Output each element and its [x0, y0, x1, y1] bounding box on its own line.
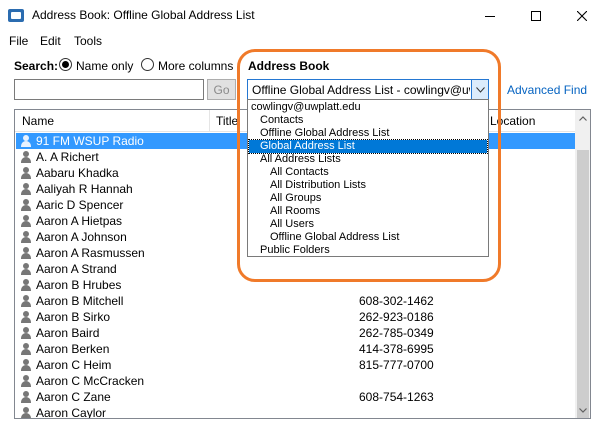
row-name: Aaron Baird — [36, 326, 100, 340]
row-name: 91 FM WSUP Radio — [36, 134, 144, 148]
row-name: Aaron A Rasmussen — [36, 246, 145, 260]
person-icon — [20, 295, 32, 307]
search-input[interactable] — [14, 79, 204, 100]
maximize-button[interactable] — [513, 0, 559, 31]
row-phone: 262-785-0349 — [359, 326, 434, 340]
scroll-thumb[interactable] — [577, 150, 589, 418]
person-icon — [20, 391, 32, 403]
person-icon — [20, 375, 32, 387]
scroll-up-icon[interactable] — [575, 110, 590, 126]
row-name: Aaron B Sirko — [36, 310, 111, 324]
list-row[interactable]: Aaron Baird 262-785-0349 — [16, 325, 575, 341]
advanced-find-link[interactable]: Advanced Find — [507, 83, 587, 97]
dropdown-option[interactable]: All Users — [248, 218, 488, 231]
person-icon — [20, 167, 32, 179]
row-name: Aaron Caylor — [36, 406, 107, 419]
more-columns-label[interactable]: More columns — [158, 59, 233, 73]
window-title: Address Book: Offline Global Address Lis… — [32, 8, 255, 22]
list-row[interactable]: Aaron C Zane 608-754-1263 — [16, 389, 575, 405]
go-button[interactable]: Go — [207, 79, 236, 100]
minimize-button[interactable] — [467, 0, 513, 31]
row-name: Aaron C Zane — [36, 390, 111, 404]
dropdown-option[interactable]: Offline Global Address List — [248, 127, 488, 140]
address-book-label: Address Book — [248, 59, 330, 73]
menu-file[interactable]: File — [9, 34, 28, 48]
menu-tools[interactable]: Tools — [74, 34, 102, 48]
dropdown-option[interactable]: All Rooms — [248, 205, 488, 218]
column-header-title[interactable]: Title — [216, 114, 238, 128]
title-bar: Address Book: Offline Global Address Lis… — [0, 0, 605, 31]
row-name: Aaron A Strand — [36, 262, 117, 276]
address-book-icon — [8, 9, 24, 22]
person-icon — [20, 199, 32, 211]
person-icon — [20, 359, 32, 371]
dropdown-option[interactable]: cowlingv@uwplatt.edu — [248, 101, 488, 114]
person-icon — [20, 231, 32, 243]
row-name: Aabaru Khadka — [36, 166, 119, 180]
dropdown-option[interactable]: Public Folders — [248, 244, 488, 257]
row-name: Aaron C Heim — [36, 358, 112, 372]
row-name: Aaron A Johnson — [36, 230, 127, 244]
list-row[interactable]: Aaron B Mitchell 608-302-1462 — [16, 293, 575, 309]
list-row[interactable]: Aaron Berken 414-378-6995 — [16, 341, 575, 357]
column-divider[interactable] — [209, 110, 210, 132]
close-icon — [577, 10, 587, 21]
dropdown-option[interactable]: All Address Lists — [248, 153, 488, 166]
person-icon — [20, 183, 32, 195]
row-name: Aaron C McCracken — [36, 374, 145, 388]
scroll-down-icon[interactable] — [575, 402, 590, 418]
row-phone: 608-754-1263 — [359, 390, 434, 404]
person-icon — [20, 327, 32, 339]
row-phone: 262-923-0186 — [359, 310, 434, 324]
chevron-down-icon[interactable] — [471, 80, 488, 99]
address-book-selected-value: Offline Global Address List - cowlingv@u… — [252, 83, 470, 97]
person-icon — [20, 247, 32, 259]
name-only-radio[interactable] — [59, 58, 72, 71]
menu-bar: File Edit Tools — [0, 31, 605, 51]
close-button[interactable] — [559, 0, 605, 31]
dropdown-option[interactable]: All Groups — [248, 192, 488, 205]
column-header-location[interactable]: Location — [490, 114, 535, 128]
name-only-label[interactable]: Name only — [76, 59, 133, 73]
person-icon — [20, 311, 32, 323]
person-icon — [20, 151, 32, 163]
row-name: Aaric D Spencer — [36, 198, 124, 212]
list-row[interactable]: Aaron C McCracken — [16, 373, 575, 389]
dropdown-option[interactable]: All Contacts — [248, 166, 488, 179]
list-row[interactable]: Aaron Caylor — [16, 405, 575, 419]
address-book-select[interactable]: Offline Global Address List - cowlingv@u… — [247, 79, 489, 100]
row-name: Aaron B Mitchell — [36, 294, 124, 308]
row-name: Aaron B Hrubes — [36, 278, 122, 292]
maximize-icon — [531, 10, 541, 21]
vertical-scrollbar[interactable] — [575, 110, 590, 418]
person-icon — [20, 135, 32, 147]
row-phone: 815-777-0700 — [359, 358, 434, 372]
row-name: Aaron A Hietpas — [36, 214, 123, 228]
menu-edit[interactable]: Edit — [40, 34, 61, 48]
row-name: Aaliyah R Hannah — [36, 182, 133, 196]
row-name: A. A Richert — [36, 150, 99, 164]
column-header-name[interactable]: Name — [22, 114, 54, 128]
dropdown-option[interactable]: Contacts — [248, 114, 488, 127]
list-row[interactable]: Aaron B Sirko 262-923-0186 — [16, 309, 575, 325]
row-phone: 608-302-1462 — [359, 294, 434, 308]
dropdown-option[interactable]: All Distribution Lists — [248, 179, 488, 192]
list-row[interactable]: Aaron A Strand — [16, 261, 575, 277]
person-icon — [20, 343, 32, 355]
address-book-dropdown-list[interactable]: cowlingv@uwplatt.edu Contacts Offline Glob… — [247, 99, 489, 257]
row-name: Aaron Berken — [36, 342, 110, 356]
person-icon — [20, 407, 32, 418]
minimize-icon — [485, 15, 495, 17]
list-row[interactable]: Aaron B Hrubes — [16, 277, 575, 293]
list-row[interactable]: Aaron C Heim 815-777-0700 — [16, 357, 575, 373]
person-icon — [20, 263, 32, 275]
more-columns-radio[interactable] — [141, 58, 154, 71]
search-label: Search: — [14, 59, 59, 73]
person-icon — [20, 279, 32, 291]
dropdown-option[interactable]: Offline Global Address List — [248, 231, 488, 244]
person-icon — [20, 215, 32, 227]
dropdown-option[interactable]: Global Address List — [248, 139, 488, 154]
row-phone: 414-378-6995 — [359, 342, 434, 356]
